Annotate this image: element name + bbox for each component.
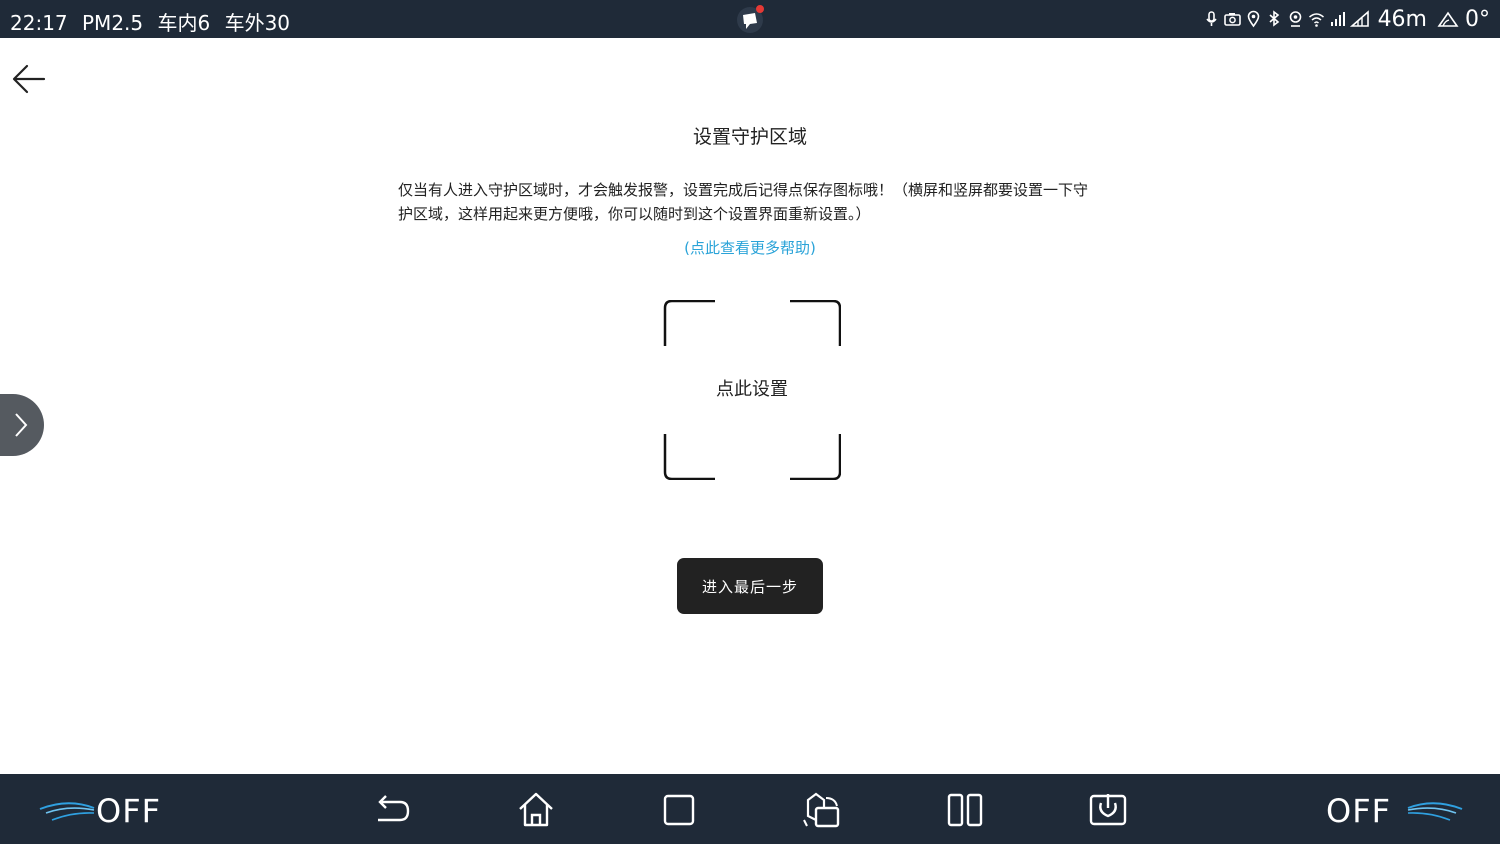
home-button[interactable]: [516, 790, 556, 830]
status-inside-value: 车内6: [157, 11, 211, 35]
page-title: 设置守护区域: [692, 126, 807, 148]
side-panel-toggle[interactable]: [0, 394, 44, 456]
next-step-button[interactable]: 进入最后一步: [677, 558, 823, 614]
square-icon: [663, 794, 695, 826]
bluetooth-icon: [1269, 10, 1279, 27]
altitude-icon: [1349, 10, 1369, 27]
back-button[interactable]: [10, 60, 50, 100]
status-altitude: 46m: [1377, 6, 1427, 32]
camera-icon: [1223, 13, 1241, 26]
right-off-label: OFF: [1326, 792, 1391, 830]
signal-icon: [1330, 12, 1345, 26]
incline-icon: [1437, 11, 1459, 27]
status-left: 22:17 PM2.5 车内6 车外30: [10, 7, 298, 36]
return-icon: [378, 795, 410, 822]
status-pm25: PM2.5: [82, 11, 144, 35]
description-text: 仅当有人进入守护区域时，才会触发报警，设置完成后记得点保存图标哦！（横屏和竖屏都…: [398, 181, 1089, 223]
split-screen-button[interactable]: [945, 790, 985, 830]
bottom-nav-bar: OFF OFF: [0, 774, 1500, 844]
left-climate-toggle[interactable]: OFF: [38, 788, 178, 830]
guard-area-setup-frame[interactable]: 点此设置: [663, 300, 841, 480]
return-button[interactable]: [372, 790, 412, 830]
location-icon: [1247, 10, 1259, 28]
status-angle: 0°: [1465, 6, 1490, 32]
back-arrow-icon: [12, 64, 46, 94]
chevron-right-icon: [15, 413, 28, 437]
notification-bell-icon[interactable]: [733, 3, 767, 35]
webcam-icon: [1289, 11, 1301, 27]
split-screen-icon: [947, 793, 983, 827]
left-fan-wave-icon: [39, 802, 95, 821]
status-right: 46m 0°: [1203, 4, 1490, 34]
left-off-label: OFF: [96, 792, 161, 830]
wifi-icon: [1308, 13, 1324, 27]
status-outside-value: 车外30: [224, 11, 291, 35]
microphone-icon: [1205, 11, 1217, 26]
help-link[interactable]: (点此查看更多帮助): [0, 237, 1500, 258]
home-icon: [519, 792, 553, 827]
setup-label: 点此设置: [716, 379, 788, 400]
power-icon: [1089, 794, 1127, 826]
right-climate-toggle[interactable]: OFF: [1326, 788, 1466, 830]
power-button[interactable]: [1088, 790, 1128, 830]
rotate-icon: [803, 792, 840, 828]
status-time: 22:17: [10, 11, 68, 35]
status-bar: 22:17 PM2.5 车内6 车外30 46m 0°: [0, 0, 1500, 38]
rotate-screen-button[interactable]: [802, 790, 842, 830]
recent-apps-button[interactable]: [659, 790, 699, 830]
right-fan-wave-icon: [1407, 802, 1463, 821]
